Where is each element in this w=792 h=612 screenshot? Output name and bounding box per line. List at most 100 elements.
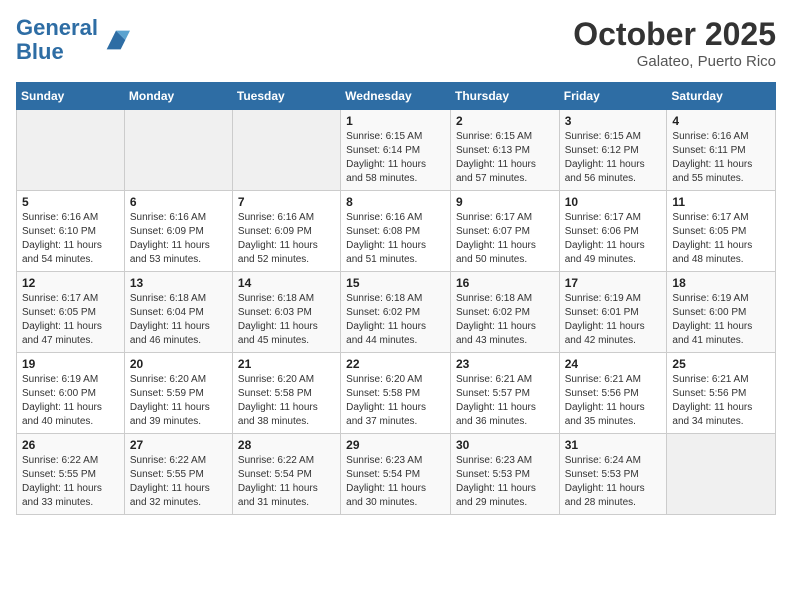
calendar-cell: 24 Sunrise: 6:21 AM Sunset: 5:56 PM Dayli… [559, 353, 667, 434]
calendar-cell: 2Sunrise: 6:15 AM Sunset: 6:13 PM Daylig… [450, 110, 559, 191]
day-info: Sunrise: 6:16 AM Sunset: 6:11 PM Dayligh… [672, 130, 770, 186]
day-info: Sunrise: 6:21 AM Sunset: 5:56 PM Dayligh… [565, 373, 662, 429]
day-number: 9 [456, 195, 554, 209]
calendar-cell: 1 Sunrise: 6:15 AM Sunset: 6:14 PM Daylig… [341, 110, 451, 191]
day-number: 30 [456, 438, 554, 452]
day-number: 31 [565, 438, 662, 452]
day-number: 7 [238, 195, 335, 209]
calendar-cell: 6 Sunrise: 6:16 AM Sunset: 6:09 PM Daylig… [124, 191, 232, 272]
day-number: 4 [672, 114, 770, 128]
day-number: 23 [456, 357, 554, 371]
day-info: Sunrise: 6:19 AM Sunset: 6:00 PM Dayligh… [672, 292, 770, 348]
calendar-cell: 3Sunrise: 6:15 AM Sunset: 6:12 PM Daylig… [559, 110, 667, 191]
calendar-cell: 26Sunrise: 6:22 AM Sunset: 5:55 PM Dayli… [17, 434, 125, 515]
day-info: Sunrise: 6:22 AM Sunset: 5:55 PM Dayligh… [22, 454, 119, 510]
day-number: 16 [456, 276, 554, 290]
calendar-cell [124, 110, 232, 191]
weekday-header-cell: Friday [559, 83, 667, 110]
calendar-cell: 16 Sunrise: 6:18 AM Sunset: 6:02 PM Dayli… [450, 272, 559, 353]
day-number: 12 [22, 276, 119, 290]
calendar-week-row: 1 Sunrise: 6:15 AM Sunset: 6:14 PM Daylig… [17, 110, 776, 191]
weekday-header-cell: Monday [124, 83, 232, 110]
weekday-header-row: SundayMondayTuesdayWednesdayThursdayFrid… [17, 83, 776, 110]
day-number: 24 [565, 357, 662, 371]
day-number: 1 [346, 114, 445, 128]
weekday-header-cell: Wednesday [341, 83, 451, 110]
day-number: 28 [238, 438, 335, 452]
day-info: Sunrise: 6:20 AM Sunset: 5:58 PM Dayligh… [346, 373, 445, 429]
day-number: 15 [346, 276, 445, 290]
day-info: Sunrise: 6:18 AM Sunset: 6:03 PM Dayligh… [238, 292, 335, 348]
day-number: 25 [672, 357, 770, 371]
day-number: 17 [565, 276, 662, 290]
day-info: Sunrise: 6:21 AM Sunset: 5:57 PM Dayligh… [456, 373, 554, 429]
day-number: 29 [346, 438, 445, 452]
day-info: Sunrise: 6:15 AM Sunset: 6:12 PM Dayligh… [565, 130, 662, 186]
day-number: 22 [346, 357, 445, 371]
calendar-cell: 7 Sunrise: 6:16 AM Sunset: 6:09 PM Daylig… [232, 191, 340, 272]
day-info: Sunrise: 6:23 AM Sunset: 5:54 PM Dayligh… [346, 454, 445, 510]
calendar-cell: 8Sunrise: 6:16 AM Sunset: 6:08 PM Daylig… [341, 191, 451, 272]
day-number: 11 [672, 195, 770, 209]
calendar-cell [667, 434, 776, 515]
day-info: Sunrise: 6:19 AM Sunset: 6:01 PM Dayligh… [565, 292, 662, 348]
weekday-header-cell: Sunday [17, 83, 125, 110]
day-info: Sunrise: 6:16 AM Sunset: 6:09 PM Dayligh… [238, 211, 335, 267]
calendar-cell: 13 Sunrise: 6:18 AM Sunset: 6:04 PM Dayli… [124, 272, 232, 353]
calendar-cell: 5 Sunrise: 6:16 AM Sunset: 6:10 PM Daylig… [17, 191, 125, 272]
calendar-cell: 31 Sunrise: 6:24 AM Sunset: 5:53 PM Dayli… [559, 434, 667, 515]
day-info: Sunrise: 6:18 AM Sunset: 6:02 PM Dayligh… [456, 292, 554, 348]
day-number: 8 [346, 195, 445, 209]
day-info: Sunrise: 6:19 AM Sunset: 6:00 PM Dayligh… [22, 373, 119, 429]
calendar-cell: 14 Sunrise: 6:18 AM Sunset: 6:03 PM Dayli… [232, 272, 340, 353]
day-info: Sunrise: 6:20 AM Sunset: 5:58 PM Dayligh… [238, 373, 335, 429]
calendar-cell: 4 Sunrise: 6:16 AM Sunset: 6:11 PM Daylig… [667, 110, 776, 191]
day-info: Sunrise: 6:17 AM Sunset: 6:07 PM Dayligh… [456, 211, 554, 267]
calendar-cell [232, 110, 340, 191]
day-number: 5 [22, 195, 119, 209]
calendar-cell: 17 Sunrise: 6:19 AM Sunset: 6:01 PM Dayli… [559, 272, 667, 353]
day-info: Sunrise: 6:21 AM Sunset: 5:56 PM Dayligh… [672, 373, 770, 429]
day-info: Sunrise: 6:15 AM Sunset: 6:14 PM Dayligh… [346, 130, 445, 186]
day-number: 10 [565, 195, 662, 209]
day-info: Sunrise: 6:17 AM Sunset: 6:05 PM Dayligh… [672, 211, 770, 267]
day-number: 6 [130, 195, 227, 209]
calendar-cell: 11 Sunrise: 6:17 AM Sunset: 6:05 PM Dayli… [667, 191, 776, 272]
day-number: 20 [130, 357, 227, 371]
calendar-cell: 15 Sunrise: 6:18 AM Sunset: 6:02 PM Dayli… [341, 272, 451, 353]
calendar-cell: 29 Sunrise: 6:23 AM Sunset: 5:54 PM Dayli… [341, 434, 451, 515]
logo-line2: Blue [16, 39, 64, 64]
calendar-cell [17, 110, 125, 191]
day-info: Sunrise: 6:18 AM Sunset: 6:02 PM Dayligh… [346, 292, 445, 348]
day-info: Sunrise: 6:24 AM Sunset: 5:53 PM Dayligh… [565, 454, 662, 510]
page-header: General Blue October 2025 Galateo, Puert… [16, 16, 776, 70]
day-number: 27 [130, 438, 227, 452]
calendar-week-row: 5 Sunrise: 6:16 AM Sunset: 6:10 PM Daylig… [17, 191, 776, 272]
day-info: Sunrise: 6:22 AM Sunset: 5:54 PM Dayligh… [238, 454, 335, 510]
calendar-cell: 9 Sunrise: 6:17 AM Sunset: 6:07 PM Daylig… [450, 191, 559, 272]
calendar-cell: 25 Sunrise: 6:21 AM Sunset: 5:56 PM Dayli… [667, 353, 776, 434]
weekday-header-cell: Tuesday [232, 83, 340, 110]
calendar-cell: 18 Sunrise: 6:19 AM Sunset: 6:00 PM Dayli… [667, 272, 776, 353]
day-info: Sunrise: 6:18 AM Sunset: 6:04 PM Dayligh… [130, 292, 227, 348]
day-info: Sunrise: 6:15 AM Sunset: 6:13 PM Dayligh… [456, 130, 554, 186]
day-info: Sunrise: 6:16 AM Sunset: 6:09 PM Dayligh… [130, 211, 227, 267]
logo-text: General Blue [16, 16, 98, 64]
logo-line1: General [16, 15, 98, 40]
logo: General Blue [16, 16, 130, 64]
calendar-week-row: 26Sunrise: 6:22 AM Sunset: 5:55 PM Dayli… [17, 434, 776, 515]
day-number: 14 [238, 276, 335, 290]
calendar-cell: 19Sunrise: 6:19 AM Sunset: 6:00 PM Dayli… [17, 353, 125, 434]
weekday-header-cell: Saturday [667, 83, 776, 110]
day-info: Sunrise: 6:17 AM Sunset: 6:05 PM Dayligh… [22, 292, 119, 348]
day-info: Sunrise: 6:23 AM Sunset: 5:53 PM Dayligh… [456, 454, 554, 510]
calendar-cell: 10Sunrise: 6:17 AM Sunset: 6:06 PM Dayli… [559, 191, 667, 272]
calendar-cell: 20Sunrise: 6:20 AM Sunset: 5:59 PM Dayli… [124, 353, 232, 434]
day-number: 18 [672, 276, 770, 290]
title-area: October 2025 Galateo, Puerto Rico [573, 16, 776, 70]
day-info: Sunrise: 6:16 AM Sunset: 6:10 PM Dayligh… [22, 211, 119, 267]
day-number: 13 [130, 276, 227, 290]
calendar-week-row: 12 Sunrise: 6:17 AM Sunset: 6:05 PM Dayli… [17, 272, 776, 353]
calendar-week-row: 19Sunrise: 6:19 AM Sunset: 6:00 PM Dayli… [17, 353, 776, 434]
weekday-header-cell: Thursday [450, 83, 559, 110]
